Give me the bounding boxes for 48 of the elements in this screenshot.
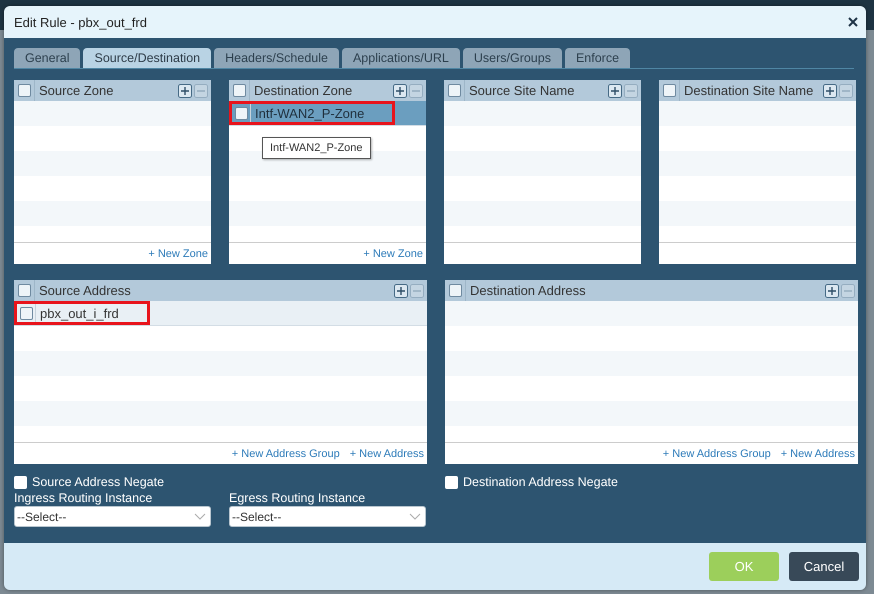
panel-title: Source Site Name <box>468 83 576 98</box>
add-icon[interactable] <box>393 84 407 98</box>
chevron-down-icon <box>409 513 421 520</box>
new-item-link[interactable]: + New Address Group <box>662 448 771 460</box>
select-dropdown[interactable]: --Select-- <box>229 506 426 527</box>
field-label: Ingress Routing Instance <box>14 491 154 505</box>
tab[interactable]: Users/Groups <box>462 48 562 68</box>
new-item-link[interactable]: + New Address <box>780 448 855 460</box>
cancel-button[interactable]: Cancel <box>789 552 859 581</box>
tab[interactable]: Source/Destination <box>83 48 212 68</box>
checkbox[interactable] <box>662 84 676 97</box>
list-row[interactable]: pbx_out_i_frd <box>14 301 427 326</box>
list-row[interactable]: Intf-WAN2_P-Zone <box>229 101 426 126</box>
select-dropdown[interactable]: --Select-- <box>14 506 211 527</box>
tab[interactable]: General <box>14 48 80 68</box>
new-item-link[interactable]: + New Zone <box>148 248 208 260</box>
checkbox-label: Destination Address Negate <box>463 475 618 489</box>
checkbox[interactable] <box>232 84 246 97</box>
panel-title: Destination Site Name <box>683 83 814 98</box>
checkbox[interactable] <box>234 106 248 120</box>
close-icon[interactable] <box>848 17 858 27</box>
tab[interactable]: Headers/Schedule <box>214 48 339 68</box>
checkbox[interactable] <box>20 306 32 320</box>
new-item-link[interactable]: + New Address Group <box>232 448 340 460</box>
add-icon[interactable] <box>823 84 837 98</box>
new-item-link[interactable]: + New Address <box>350 448 424 460</box>
panel-title: Source Zone <box>38 83 114 98</box>
checkbox[interactable] <box>448 84 460 97</box>
panel-title: Source Address <box>38 283 132 298</box>
panel-title: Destination Address <box>469 283 587 298</box>
tooltip: Intf-WAN2_P-Zone <box>262 137 371 159</box>
checkbox[interactable] <box>448 284 462 297</box>
tab[interactable]: Applications/URL <box>342 48 460 68</box>
checkbox[interactable] <box>18 284 30 297</box>
add-icon[interactable] <box>825 284 839 298</box>
add-icon[interactable] <box>178 84 192 98</box>
row-label: Intf-WAN2_P-Zone <box>254 106 366 120</box>
new-item-link[interactable]: + New Zone <box>363 248 423 260</box>
panel-title: Destination Zone <box>253 83 354 98</box>
checkbox[interactable] <box>18 84 30 97</box>
add-icon[interactable] <box>608 84 622 98</box>
row-label: pbx_out_i_frd <box>39 306 120 320</box>
add-icon[interactable] <box>394 284 408 298</box>
tab[interactable]: Enforce <box>564 48 630 68</box>
field-label: Egress Routing Instance <box>229 491 366 505</box>
chevron-down-icon <box>194 513 206 520</box>
dialog-title: Edit Rule - pbx_out_frd <box>14 14 147 30</box>
checkbox-label: Source Address Negate <box>32 475 164 489</box>
